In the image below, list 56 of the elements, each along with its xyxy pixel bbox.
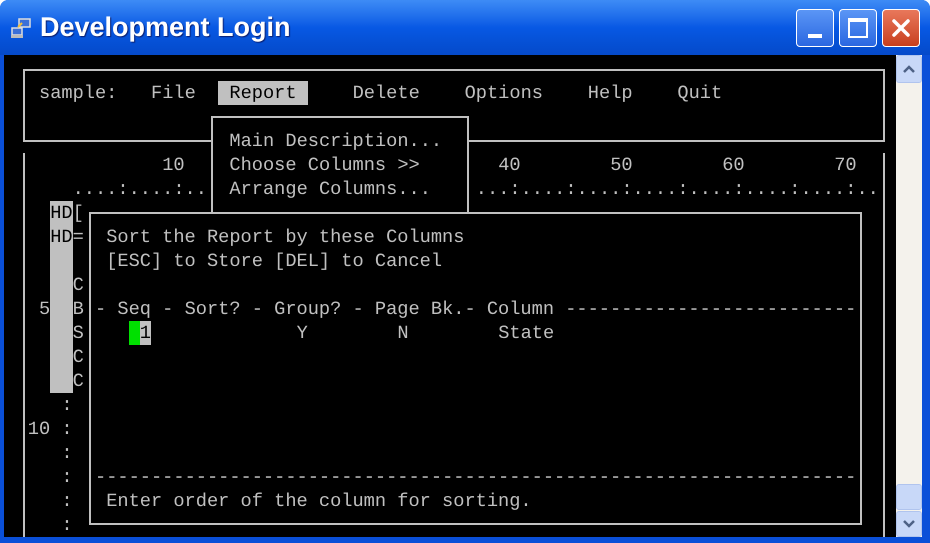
maximize-button[interactable] (839, 8, 877, 46)
record-tag: HD (50, 201, 73, 225)
close-icon (891, 18, 911, 38)
menu-item[interactable]: Report (218, 81, 308, 105)
separator-line: -------------------------------------------------------------------- (95, 465, 856, 489)
close-button[interactable] (882, 8, 920, 46)
status-hint: Enter order of the column for sorting. (106, 489, 532, 513)
line-marker: : (61, 417, 73, 441)
line-marker: : (61, 465, 73, 489)
line-marker: : (61, 441, 73, 465)
ruler-number: 10 (162, 153, 185, 177)
ruler-number: 60 (722, 153, 745, 177)
scroll-down-button[interactable] (896, 511, 922, 537)
dropdown-item[interactable]: Main Description... (229, 129, 442, 153)
ruler-number: 70 (834, 153, 857, 177)
field-marker: B (72, 297, 84, 321)
line-marker: : (61, 393, 73, 417)
menu-item[interactable]: Quit (677, 81, 722, 105)
dialog-text: Sort the Report by these Columns (106, 225, 464, 249)
menu-item[interactable]: Delete (352, 81, 420, 105)
line-marker: : (61, 513, 73, 537)
scrollbar[interactable] (896, 55, 922, 537)
window-title: Development Login (40, 11, 291, 44)
field-marker: C (72, 345, 84, 369)
scroll-thumb[interactable] (896, 484, 922, 510)
record-tag: HD (50, 225, 73, 249)
ruler-ticks: ...:....:....:....:....:....:....:.. (476, 177, 879, 201)
field-marker: C (72, 273, 84, 297)
computer-network-icon (10, 16, 32, 38)
minimize-button[interactable] (796, 8, 834, 46)
line-number: 10 (28, 417, 50, 441)
column-header: - Seq - Sort? - Group? - Page Bk.- Column -------------------------- (95, 297, 856, 321)
app-name: sample: (39, 81, 118, 105)
line-number: 5 (39, 297, 50, 321)
field-marker: [ (72, 201, 84, 225)
dialog-text: [ESC] to Store [DEL] to Cancel (106, 249, 442, 273)
maximize-icon (848, 18, 868, 38)
menu-item[interactable]: File (151, 81, 196, 105)
chevron-up-icon (903, 65, 915, 73)
page-break-value: N (397, 321, 409, 345)
line-marker: : (61, 489, 73, 513)
menu-item[interactable]: Options (464, 81, 543, 105)
group-value: Y (296, 321, 308, 345)
dropdown-item[interactable]: Choose Columns >> (229, 153, 420, 177)
ruler-number: 50 (610, 153, 633, 177)
minimize-icon (808, 34, 822, 38)
scroll-up-button[interactable] (896, 55, 922, 83)
field-marker: = (72, 225, 84, 249)
dropdown-item[interactable]: Arrange Columns... (229, 177, 431, 201)
field-marker: C (72, 369, 84, 393)
menu-item[interactable]: Help (588, 81, 633, 105)
field-marker: S (72, 321, 84, 345)
ruler-number: 40 (498, 153, 521, 177)
ruler-ticks: ....:....:.. (72, 177, 207, 201)
column-name: State (498, 321, 554, 345)
chevron-down-icon (903, 520, 915, 528)
